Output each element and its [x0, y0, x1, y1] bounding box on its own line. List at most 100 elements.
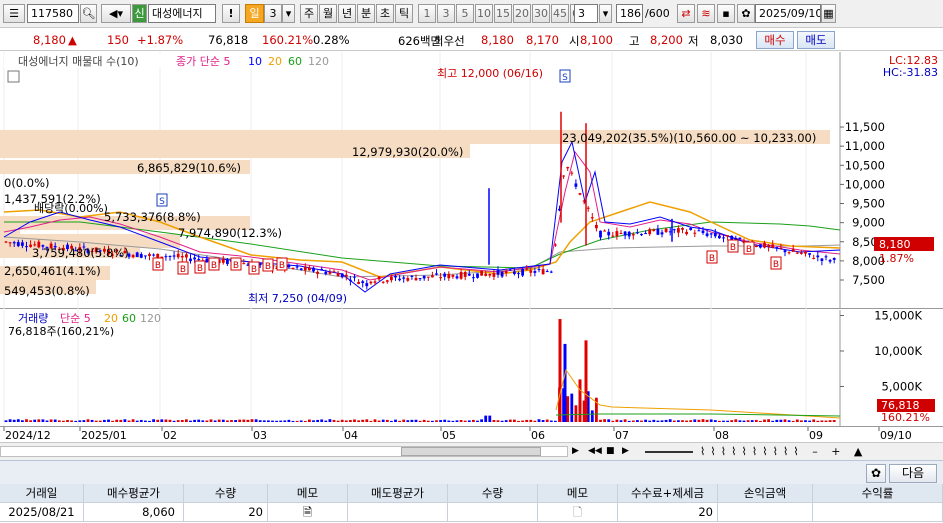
buy-button[interactable]: 매수 [756, 31, 794, 49]
search-icon[interactable]: 🔍︎ [80, 4, 97, 23]
period-count[interactable]: 3 [264, 4, 282, 23]
volume-bar [209, 419, 213, 422]
header-sell-qty[interactable]: 수량 [448, 484, 538, 503]
header-buy-qty[interactable]: 수량 [184, 484, 268, 503]
period-month-button[interactable]: 월 [319, 4, 337, 23]
period-day-button[interactable]: 일 [245, 4, 264, 23]
volume-bar [21, 420, 24, 422]
header-sell-avg[interactable]: 매도평균가 [348, 484, 448, 503]
candle-body [226, 259, 229, 265]
minute-3-button[interactable]: 3 [437, 4, 455, 23]
gear-icon[interactable]: ✿ [737, 4, 755, 23]
volume-bar [381, 419, 385, 422]
x-tick-label: 2025/01 [81, 429, 127, 442]
date-field[interactable]: 2025/09/10 [755, 4, 821, 23]
period-dropdown-icon[interactable]: ▾ [282, 4, 295, 23]
cell-pnl[interactable] [718, 503, 813, 522]
x-tick-label: 04 [344, 429, 358, 442]
header-return[interactable]: 수익률 [813, 484, 943, 503]
chart-scrollbar[interactable]: ▶ ◀◀ ■ ▶ ⌇⌇⌇⌇⌇⌇⌇⌇⌇⌇ – + ▲ [0, 442, 943, 460]
volume-bar [775, 419, 779, 422]
header-buy-memo[interactable]: 메모 [268, 484, 348, 503]
zoom-slider[interactable] [645, 451, 693, 453]
cell-sell-avg[interactable] [348, 503, 448, 522]
play-icon[interactable]: ▶ [622, 445, 636, 458]
stock-name-field[interactable]: 대성에너지 [148, 4, 216, 23]
scroll-thumb[interactable] [401, 447, 541, 456]
count-dropdown-icon[interactable]: ▾ [599, 4, 612, 23]
memo-icon[interactable]: 🗋 [538, 503, 618, 522]
minute-15-button[interactable]: 15 [494, 4, 512, 23]
header-buy-avg[interactable]: 매수평균가 [84, 484, 184, 503]
pattern-icon[interactable]: ≋ [697, 4, 715, 23]
price-chart-panel[interactable]: 11,500 11,000 10,500 10,000 9,500 9,000 8,500 8… [0, 52, 943, 309]
candle-body [824, 256, 828, 258]
minute-20-button[interactable]: 20 [513, 4, 531, 23]
y-tick-label: 10,000 [845, 177, 885, 191]
volume-bar [648, 420, 652, 422]
price-change-pct: +1.87% [137, 33, 184, 47]
minute-45-button[interactable]: 45 [551, 4, 569, 23]
current-price: 8,180 [33, 33, 66, 47]
minute-5-button[interactable]: 5 [456, 4, 474, 23]
volume-bar [86, 419, 90, 422]
volume-bar [504, 420, 508, 422]
minute-1-button[interactable]: 1 [418, 4, 436, 23]
scroll-right-icon[interactable]: ▶ [572, 445, 584, 458]
volume-bar [160, 419, 164, 422]
cell-fees[interactable]: 20 [618, 503, 718, 522]
cell-buy-qty[interactable]: 20 [184, 503, 268, 522]
chart-menu-icon[interactable]: ☰ [3, 4, 25, 23]
period-second-button[interactable]: 초 [376, 4, 394, 23]
memo-icon[interactable]: 🗎 [268, 503, 348, 522]
period-year-button[interactable]: 년 [338, 4, 356, 23]
volume-bar [677, 420, 680, 422]
alert-button[interactable]: ! [222, 4, 240, 23]
volume-profile-label: 3,759,480(5.8%) [32, 246, 129, 260]
stop-icon[interactable]: ■ [606, 445, 618, 458]
volume-bar [127, 420, 131, 422]
volume-bar [324, 420, 328, 422]
grid-toggle-icon [7, 70, 20, 83]
candle-body [361, 281, 365, 284]
cell-trade-date[interactable]: 2025/08/21 [0, 503, 84, 522]
cell-return[interactable] [813, 503, 943, 522]
minute-10-button[interactable]: 10 [475, 4, 493, 23]
header-fees[interactable]: 수수료+제세금 [618, 484, 718, 503]
first-icon[interactable]: ◀◀ [588, 445, 602, 458]
cell-sell-qty[interactable] [448, 503, 538, 522]
calendar-icon[interactable]: ▦ [821, 4, 836, 23]
gear-icon[interactable]: ✿ [866, 464, 886, 483]
header-pnl[interactable]: 손익금액 [718, 484, 813, 503]
period-week-button[interactable]: 주 [300, 4, 318, 23]
volume-pct-tag: 160.21% [881, 411, 930, 424]
header-trade-date[interactable]: 거래일 [0, 484, 84, 503]
period-tick-button[interactable]: 틱 [395, 4, 413, 23]
x-axis: 2024/12 2025/01 02 03 04 05 06 07 08 09 09/10 [0, 426, 943, 442]
speaker-icon[interactable]: ◀▾ [101, 4, 131, 23]
cell-buy-avg[interactable]: 8,060 [84, 503, 184, 522]
volume-bar [250, 419, 254, 422]
volume-bar [377, 420, 381, 422]
save-icon[interactable]: ▪ [717, 4, 735, 23]
x-tick-label: 02 [163, 429, 177, 442]
minute-30-button[interactable]: 30 [532, 4, 550, 23]
volume-chart-panel[interactable]: 15,000K 10,000K 5,000K 거래량 단순 5 20 60 120 76,81… [0, 310, 943, 426]
zoom-icons[interactable]: ⌇⌇⌇⌇⌇⌇⌇⌇⌇⌇ – + ▲ [700, 445, 930, 458]
scroll-track[interactable] [0, 446, 568, 457]
next-button[interactable]: 다음 [889, 464, 937, 483]
period-minute-button[interactable]: 분 [357, 4, 375, 23]
page-field[interactable]: 186 [616, 4, 643, 23]
count-field[interactable]: 3 [574, 4, 598, 23]
header-sell-memo[interactable]: 메모 [538, 484, 618, 503]
volume-profile-label: 549,453(0.8%) [4, 284, 90, 298]
stock-code-field[interactable]: 117580 [27, 4, 79, 23]
buy-signal: B [180, 265, 186, 275]
volume-bar [205, 420, 209, 422]
sell-button[interactable]: 매도 [797, 31, 835, 49]
candle-body [738, 237, 742, 240]
volume-bar [693, 419, 697, 422]
candle-body [554, 244, 557, 246]
arrows-icon[interactable]: ⇄ [677, 4, 695, 23]
volume-bar [611, 420, 615, 422]
